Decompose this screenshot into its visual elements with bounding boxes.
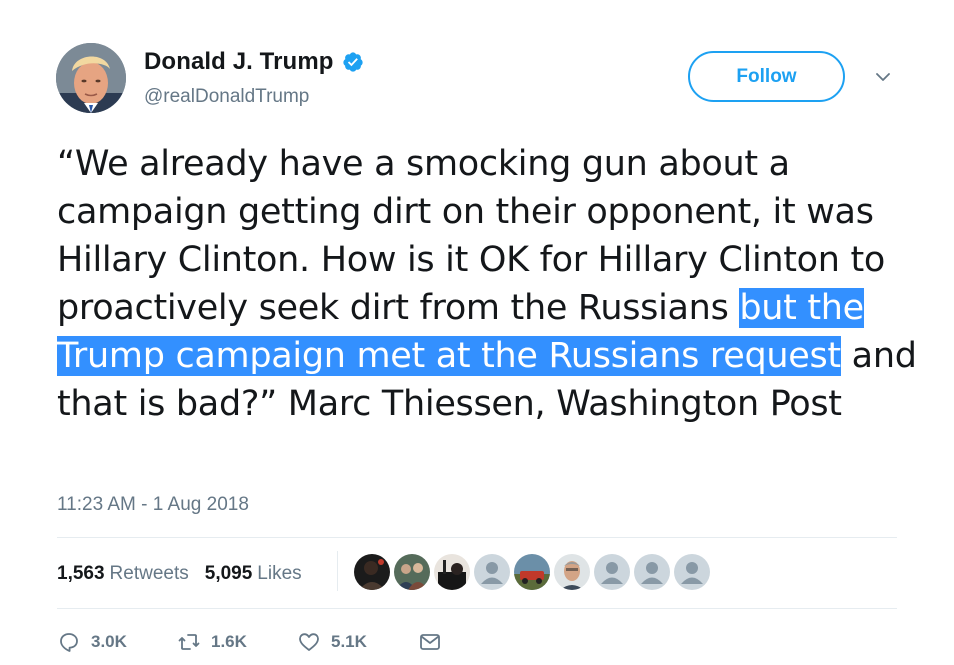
retweet-icon [178, 634, 200, 650]
default-avatar[interactable] [474, 554, 510, 590]
like-button[interactable]: 5.1K [297, 630, 418, 654]
retweets-stat[interactable]: 1,563 Retweets [57, 563, 189, 585]
author-avatar[interactable] [56, 43, 126, 113]
stats-separator [337, 551, 338, 591]
author-name-row: Donald J. Trump [144, 48, 364, 76]
divider [57, 537, 897, 538]
direct-message-button[interactable] [418, 630, 442, 654]
reply-button[interactable]: 3.0K [57, 630, 177, 654]
tweet-actions: 3.0K 1.6K 5.1K [57, 630, 442, 654]
tweet-timestamp[interactable]: 11:23 AM - 1 Aug 2018 [57, 494, 249, 516]
tweet-card: Donald J. Trump @realDonaldTrump Follow … [0, 0, 954, 665]
like-count: 5.1K [331, 632, 367, 651]
default-avatar[interactable] [674, 554, 710, 590]
author-handle[interactable]: @realDonaldTrump [144, 86, 309, 108]
reply-count: 3.0K [91, 632, 127, 651]
retweet-count: 1.6K [211, 632, 247, 651]
likes-stat[interactable]: 5,095 Likes [205, 563, 302, 585]
liker-avatar[interactable] [394, 554, 430, 590]
retweets-count: 1,563 [57, 563, 105, 584]
default-avatar[interactable] [594, 554, 630, 590]
liker-avatars [354, 554, 710, 590]
tweet-text: “We already have a smocking gun about a … [57, 140, 917, 428]
liker-avatar[interactable] [554, 554, 590, 590]
divider [57, 608, 897, 609]
author-display-name[interactable]: Donald J. Trump [144, 48, 334, 76]
follow-button[interactable]: Follow [688, 51, 845, 102]
liker-avatar[interactable] [354, 554, 390, 590]
retweets-label: Retweets [109, 563, 189, 584]
liker-avatar[interactable] [514, 554, 550, 590]
heart-icon [299, 633, 319, 651]
liker-avatar[interactable] [434, 554, 470, 590]
chevron-down-icon[interactable] [874, 68, 892, 86]
default-avatar[interactable] [634, 554, 670, 590]
verified-badge-icon [342, 52, 363, 72]
tweet-stats: 1,563 Retweets 5,095 Likes [57, 563, 302, 585]
reply-icon [60, 633, 78, 652]
retweet-button[interactable]: 1.6K [177, 630, 297, 654]
envelope-icon [420, 634, 440, 650]
likes-label: Likes [257, 563, 302, 584]
likes-count: 5,095 [204, 563, 253, 584]
